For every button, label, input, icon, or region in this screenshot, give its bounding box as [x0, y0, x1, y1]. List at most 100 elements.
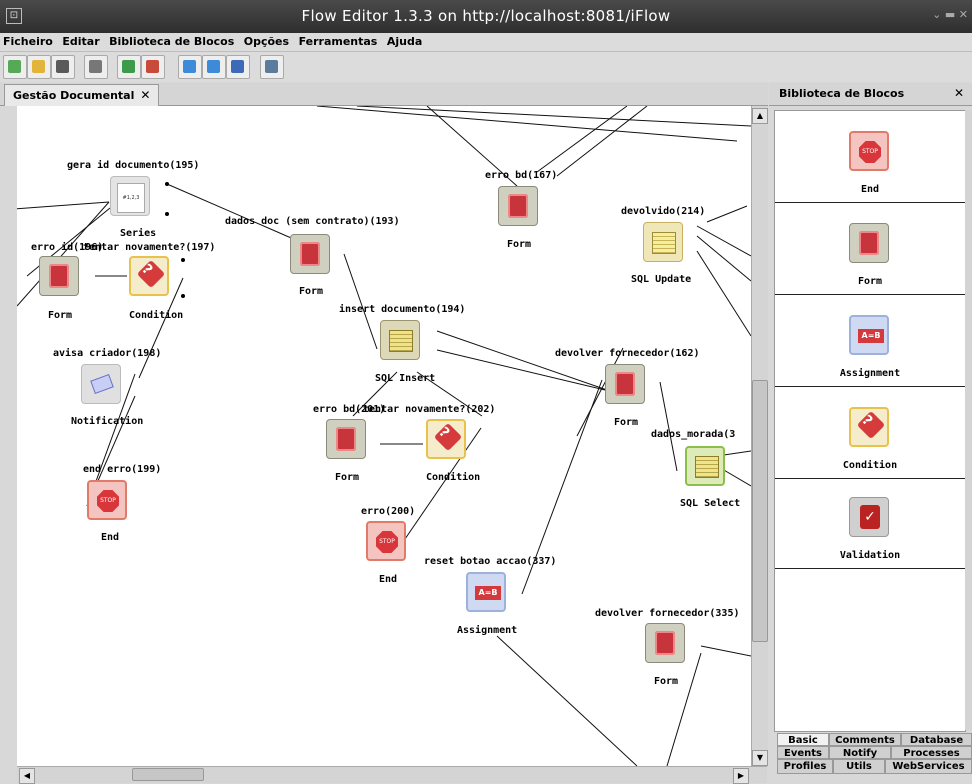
- tab-processes[interactable]: Processes: [891, 746, 972, 759]
- validation-icon: [849, 497, 889, 537]
- flow-canvas[interactable]: gera id documento(195) Series erro id(19…: [17, 106, 751, 766]
- tab-profiles[interactable]: Profiles: [777, 759, 833, 774]
- node-type-label: Form: [48, 310, 73, 321]
- save-button[interactable]: [51, 55, 75, 79]
- form-icon[interactable]: [645, 623, 685, 663]
- window-title: Flow Editor 1.3.3 on http://localhost:80…: [301, 7, 671, 25]
- tab-comments[interactable]: Comments: [829, 733, 901, 746]
- export-button[interactable]: [117, 55, 141, 79]
- menu-bar: Ficheiro Editar Biblioteca de Blocos Opç…: [0, 33, 972, 52]
- tab-database[interactable]: Database: [901, 733, 972, 746]
- node-type-label: Condition: [129, 310, 184, 321]
- library-item-condition[interactable]: Condition: [775, 387, 965, 479]
- menu-opcoes[interactable]: Opções: [241, 33, 292, 48]
- canvas-left-gutter: [0, 106, 17, 766]
- node-title: tentar novamente?(197): [83, 242, 216, 253]
- window-controls[interactable]: ⌄ ▬ ✕: [932, 8, 968, 21]
- view-button[interactable]: [260, 55, 284, 79]
- open-button[interactable]: [27, 55, 51, 79]
- zoom-in-icon: [183, 60, 196, 73]
- scroll-left-icon[interactable]: ◀: [19, 768, 35, 784]
- tab-events[interactable]: Events: [777, 746, 829, 759]
- node-type-label: Form: [654, 676, 679, 687]
- node-type-label: Form: [614, 417, 639, 428]
- scroll-down-icon[interactable]: ▼: [752, 750, 768, 766]
- menu-editar[interactable]: Editar: [59, 33, 102, 48]
- close-panel-icon[interactable]: ✕: [954, 86, 964, 100]
- library-item-label: Condition: [842, 460, 898, 471]
- node-title: tentar novamente?(202): [363, 404, 496, 415]
- panel-scrollbar[interactable]: [965, 110, 972, 730]
- form-icon[interactable]: [326, 419, 366, 459]
- print-button[interactable]: [84, 55, 108, 79]
- form-icon[interactable]: [605, 364, 645, 404]
- condition-icon: [849, 407, 889, 447]
- port-dot: [165, 182, 169, 186]
- view-icon: [265, 60, 278, 73]
- node-title: end erro(199): [83, 464, 162, 475]
- condition-icon[interactable]: [426, 419, 466, 459]
- sql-select-icon[interactable]: [685, 446, 725, 486]
- block-library-list: End Form Assignment Condition Validation: [774, 110, 966, 732]
- assignment-icon[interactable]: [466, 572, 506, 612]
- series-icon[interactable]: [110, 176, 150, 216]
- tab-notify[interactable]: Notify: [829, 746, 891, 759]
- form-icon[interactable]: [498, 186, 538, 226]
- open-folder-icon: [32, 60, 45, 73]
- node-title: devolvido(214): [621, 206, 706, 217]
- node-type-label: Assignment: [457, 625, 518, 636]
- port-dot: [181, 294, 185, 298]
- tab-utils[interactable]: Utils: [833, 759, 885, 774]
- menu-ferramentas[interactable]: Ferramentas: [296, 33, 381, 48]
- library-item-label: End: [860, 184, 880, 195]
- node-type-label: SQL Select: [680, 498, 741, 509]
- node-title: reset botao accao(337): [424, 556, 557, 567]
- scroll-up-icon[interactable]: ▲: [752, 108, 768, 124]
- menu-ajuda[interactable]: Ajuda: [384, 33, 425, 48]
- sql-insert-icon[interactable]: [380, 320, 420, 360]
- zoom-button[interactable]: [202, 55, 226, 79]
- library-item-assignment[interactable]: Assignment: [775, 295, 965, 387]
- form-icon[interactable]: [290, 234, 330, 274]
- tab-basic[interactable]: Basic: [777, 733, 829, 746]
- form-icon: [849, 223, 889, 263]
- menu-ficheiro[interactable]: Ficheiro: [0, 33, 56, 48]
- node-type-label: Form: [507, 239, 532, 250]
- title-bar: ⊡ Flow Editor 1.3.3 on http://localhost:…: [0, 0, 972, 33]
- scroll-right-icon[interactable]: ▶: [733, 768, 749, 784]
- end-icon[interactable]: [87, 480, 127, 520]
- port-dot: [181, 258, 185, 262]
- import-button[interactable]: [141, 55, 165, 79]
- new-document-icon: [8, 60, 21, 73]
- horizontal-scrollbar[interactable]: ◀ ▶: [17, 766, 767, 784]
- save-icon: [56, 60, 69, 73]
- fit-button[interactable]: [226, 55, 250, 79]
- node-type-label: End: [379, 574, 398, 585]
- tab-webservices[interactable]: WebServices: [885, 759, 972, 774]
- library-item-validation[interactable]: Validation: [775, 477, 965, 569]
- new-document-button[interactable]: [3, 55, 27, 79]
- condition-icon[interactable]: [129, 256, 169, 296]
- horizontal-scroll-thumb[interactable]: [132, 768, 204, 781]
- notification-icon[interactable]: [81, 364, 121, 404]
- toolbar: [0, 52, 972, 82]
- node-title: dados_morada(3: [651, 429, 736, 440]
- library-item-end[interactable]: End: [775, 111, 965, 203]
- zoom-in-button[interactable]: [178, 55, 202, 79]
- node-title: devolver fornecedor(335): [595, 608, 740, 619]
- form-icon[interactable]: [39, 256, 79, 296]
- end-icon[interactable]: [366, 521, 406, 561]
- vertical-scroll-thumb[interactable]: [752, 380, 768, 642]
- end-icon: [849, 131, 889, 171]
- tab-gestao-documental[interactable]: Gestão Documental ✕: [4, 84, 160, 106]
- fit-icon: [231, 60, 244, 73]
- sql-update-icon[interactable]: [643, 222, 683, 262]
- node-title: avisa criador(198): [53, 348, 162, 359]
- library-item-form[interactable]: Form: [775, 203, 965, 295]
- menu-biblioteca[interactable]: Biblioteca de Blocos: [106, 33, 237, 48]
- node-title: erro bd(167): [485, 170, 558, 181]
- node-type-label: Series: [120, 228, 157, 239]
- library-item-label: Validation: [839, 550, 901, 561]
- close-tab-icon[interactable]: ✕: [140, 88, 150, 102]
- node-type-label: Condition: [426, 472, 481, 483]
